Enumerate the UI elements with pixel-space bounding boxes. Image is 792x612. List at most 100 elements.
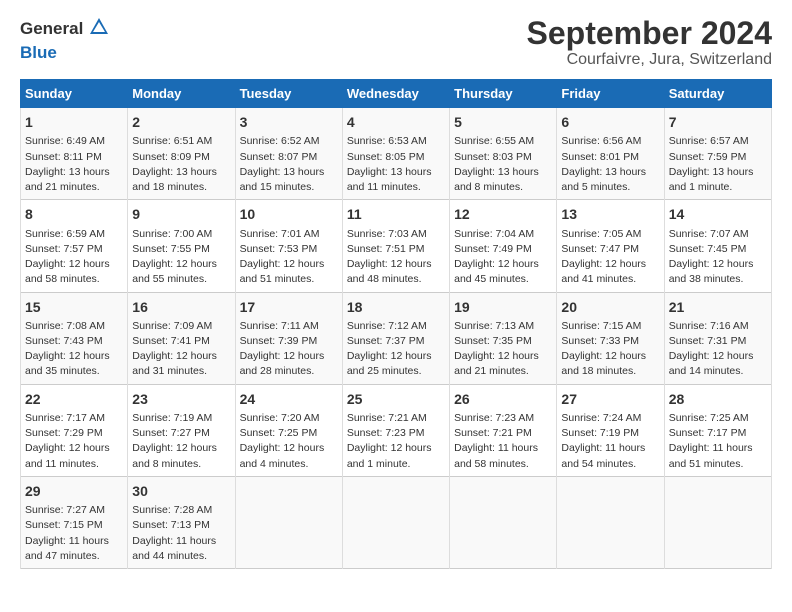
cell-day (664, 476, 771, 568)
day-number: 24 (240, 389, 338, 409)
sunrise-text: Sunrise: 6:57 AM (669, 134, 767, 149)
day-number: 26 (454, 389, 552, 409)
cell-day: 16Sunrise: 7:09 AMSunset: 7:41 PMDayligh… (128, 292, 235, 384)
sunrise-text: Sunrise: 6:52 AM (240, 134, 338, 149)
daylight-text: Daylight: 11 hours and 51 minutes. (669, 441, 767, 471)
col-friday: Friday (557, 80, 664, 108)
day-number: 18 (347, 297, 445, 317)
day-number: 13 (561, 204, 659, 224)
logo-icon (88, 16, 110, 38)
cell-day: 2Sunrise: 6:51 AMSunset: 8:09 PMDaylight… (128, 108, 235, 200)
cell-day: 13Sunrise: 7:05 AMSunset: 7:47 PMDayligh… (557, 200, 664, 292)
sunrise-text: Sunrise: 7:20 AM (240, 411, 338, 426)
daylight-text: Daylight: 11 hours and 58 minutes. (454, 441, 552, 471)
daylight-text: Daylight: 13 hours and 8 minutes. (454, 165, 552, 195)
sunrise-text: Sunrise: 7:15 AM (561, 319, 659, 334)
cell-day: 6Sunrise: 6:56 AMSunset: 8:01 PMDaylight… (557, 108, 664, 200)
cell-day: 15Sunrise: 7:08 AMSunset: 7:43 PMDayligh… (21, 292, 128, 384)
sunrise-text: Sunrise: 6:56 AM (561, 134, 659, 149)
sunrise-text: Sunrise: 7:27 AM (25, 503, 123, 518)
day-number: 20 (561, 297, 659, 317)
cell-day (342, 476, 449, 568)
cell-day: 24Sunrise: 7:20 AMSunset: 7:25 PMDayligh… (235, 384, 342, 476)
cell-day: 25Sunrise: 7:21 AMSunset: 7:23 PMDayligh… (342, 384, 449, 476)
cell-day: 7Sunrise: 6:57 AMSunset: 7:59 PMDaylight… (664, 108, 771, 200)
sunset-text: Sunset: 7:57 PM (25, 242, 123, 257)
week-row-1: 1Sunrise: 6:49 AMSunset: 8:11 PMDaylight… (21, 108, 772, 200)
day-number: 14 (669, 204, 767, 224)
cell-day: 18Sunrise: 7:12 AMSunset: 7:37 PMDayligh… (342, 292, 449, 384)
title-block: September 2024 Courfaivre, Jura, Switzer… (527, 16, 772, 69)
logo-line2: Blue (20, 43, 110, 63)
cell-day: 17 Sunrise: 7:11 AMSunset: 7:39 PMDayligh… (235, 292, 342, 384)
sunrise-text: Sunrise: 7:04 AM (454, 227, 552, 242)
cell-day (557, 476, 664, 568)
sunset-text: Sunset: 8:01 PM (561, 150, 659, 165)
daylight-text: Daylight: 12 hours and 58 minutes. (25, 257, 123, 287)
week-row-2: 8Sunrise: 6:59 AMSunset: 7:57 PMDaylight… (21, 200, 772, 292)
col-wednesday: Wednesday (342, 80, 449, 108)
day-number: 19 (454, 297, 552, 317)
sunset-text: Sunset: 8:03 PM (454, 150, 552, 165)
sunset-text: Sunset: 7:33 PM (561, 334, 659, 349)
daylight-text: Daylight: 12 hours and 38 minutes. (669, 257, 767, 287)
sunset-text: Sunset: 7:43 PM (25, 334, 123, 349)
day-number: 3 (240, 112, 338, 132)
daylight-text: Daylight: 12 hours and 21 minutes. (454, 349, 552, 379)
daylight-text: Daylight: 12 hours and 51 minutes. (240, 257, 338, 287)
cell-day: 5Sunrise: 6:55 AMSunset: 8:03 PMDaylight… (450, 108, 557, 200)
cell-day: 12Sunrise: 7:04 AMSunset: 7:49 PMDayligh… (450, 200, 557, 292)
day-number: 9 (132, 204, 230, 224)
daylight-text: Daylight: 12 hours and 11 minutes. (25, 441, 123, 471)
cell-day: 21Sunrise: 7:16 AMSunset: 7:31 PMDayligh… (664, 292, 771, 384)
calendar-table: Sunday Monday Tuesday Wednesday Thursday… (20, 79, 772, 569)
daylight-text: Daylight: 12 hours and 28 minutes. (240, 349, 338, 379)
day-number: 6 (561, 112, 659, 132)
cell-day: 10Sunrise: 7:01 AMSunset: 7:53 PMDayligh… (235, 200, 342, 292)
day-number: 12 (454, 204, 552, 224)
sunrise-text: Sunrise: 6:53 AM (347, 134, 445, 149)
cell-day: 20Sunrise: 7:15 AMSunset: 7:33 PMDayligh… (557, 292, 664, 384)
sunrise-text: Sunrise: 6:51 AM (132, 134, 230, 149)
sunset-text: Sunset: 7:31 PM (669, 334, 767, 349)
sunrise-text: Sunrise: 6:59 AM (25, 227, 123, 242)
day-number: 29 (25, 481, 123, 501)
daylight-text: Daylight: 12 hours and 14 minutes. (669, 349, 767, 379)
daylight-text: Daylight: 12 hours and 8 minutes. (132, 441, 230, 471)
cell-day: 14Sunrise: 7:07 AMSunset: 7:45 PMDayligh… (664, 200, 771, 292)
sunset-text: Sunset: 7:17 PM (669, 426, 767, 441)
day-number: 4 (347, 112, 445, 132)
col-monday: Monday (128, 80, 235, 108)
sunrise-text: Sunrise: 7:05 AM (561, 227, 659, 242)
cell-day: 4Sunrise: 6:53 AMSunset: 8:05 PMDaylight… (342, 108, 449, 200)
sunset-text: Sunset: 7:15 PM (25, 518, 123, 533)
daylight-text: Daylight: 13 hours and 18 minutes. (132, 165, 230, 195)
sunrise-text: Sunrise: 7:19 AM (132, 411, 230, 426)
cell-day: 30Sunrise: 7:28 AMSunset: 7:13 PMDayligh… (128, 476, 235, 568)
col-sunday: Sunday (21, 80, 128, 108)
day-number: 17 (240, 297, 338, 317)
header: General Blue September 2024 Courfaivre, … (20, 16, 772, 69)
logo-line1: General (20, 16, 110, 43)
sunset-text: Sunset: 7:53 PM (240, 242, 338, 257)
sunrise-text: Sunrise: 7:11 AM (240, 319, 338, 334)
sunrise-text: Sunrise: 7:01 AM (240, 227, 338, 242)
header-row: Sunday Monday Tuesday Wednesday Thursday… (21, 80, 772, 108)
sunrise-text: Sunrise: 6:49 AM (25, 134, 123, 149)
sunset-text: Sunset: 7:41 PM (132, 334, 230, 349)
sunset-text: Sunset: 7:35 PM (454, 334, 552, 349)
day-number: 2 (132, 112, 230, 132)
sunset-text: Sunset: 7:27 PM (132, 426, 230, 441)
sunset-text: Sunset: 8:05 PM (347, 150, 445, 165)
daylight-text: Daylight: 13 hours and 1 minute. (669, 165, 767, 195)
sunset-text: Sunset: 7:21 PM (454, 426, 552, 441)
col-tuesday: Tuesday (235, 80, 342, 108)
sunset-text: Sunset: 7:39 PM (240, 334, 338, 349)
sunset-text: Sunset: 7:49 PM (454, 242, 552, 257)
day-number: 30 (132, 481, 230, 501)
sunrise-text: Sunrise: 7:28 AM (132, 503, 230, 518)
logo: General Blue (20, 16, 110, 62)
sunrise-text: Sunrise: 7:13 AM (454, 319, 552, 334)
col-thursday: Thursday (450, 80, 557, 108)
cell-day: 11Sunrise: 7:03 AMSunset: 7:51 PMDayligh… (342, 200, 449, 292)
